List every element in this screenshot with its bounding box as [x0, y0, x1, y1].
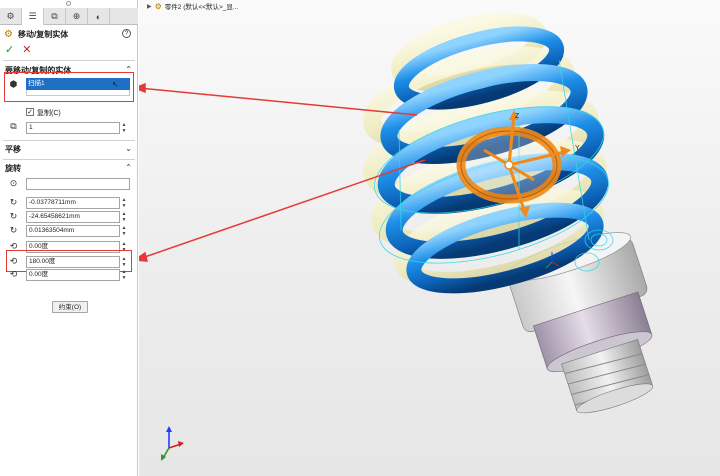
- copy-count-spinner[interactable]: ▲ ▼: [121, 122, 127, 134]
- ok-cancel-bar: ✓ ✕: [0, 42, 138, 56]
- x-coordinate-input[interactable]: -0.03778711mm: [26, 197, 120, 209]
- rotation-origin-icon: ⊙: [9, 178, 18, 188]
- chevron-up-icon[interactable]: ⌃: [125, 163, 132, 172]
- copy-checkbox-label: 复制(C): [37, 110, 61, 117]
- mouse-cursor-icon: ↖: [112, 80, 119, 89]
- help-icon[interactable]: ?: [122, 29, 131, 38]
- panel-grip-icon[interactable]: [66, 1, 71, 6]
- cancel-button[interactable]: ✕: [22, 43, 31, 56]
- triad-y-label: Y: [575, 145, 580, 152]
- selected-body-item[interactable]: 扫描1: [28, 80, 45, 87]
- bodies-list-body[interactable]: [26, 90, 130, 96]
- move-copy-body-icon: ⚙: [4, 28, 13, 40]
- feature-title-label: 移动/复制实体: [18, 29, 69, 39]
- x-coordinate-spinner[interactable]: ▲ ▼: [121, 197, 127, 209]
- section-translate-label: 平移: [5, 144, 21, 154]
- dimxpert-tab-icon[interactable]: ⊕: [66, 8, 88, 25]
- y-coordinate-spinner[interactable]: ▲ ▼: [121, 211, 127, 223]
- divider: [3, 159, 135, 160]
- chevron-down-icon[interactable]: ⌄: [125, 144, 132, 153]
- z-rotation-input[interactable]: 0.00度: [26, 269, 120, 281]
- section-translate-header[interactable]: 平移 ⌄: [0, 143, 138, 155]
- divider: [3, 60, 135, 61]
- ok-button[interactable]: ✓: [5, 43, 14, 56]
- section-rotate-header[interactable]: 旋转 ⌃: [0, 162, 138, 174]
- manager-tabs: ⚙ ☰ ⧉ ⊕ ◐: [0, 8, 138, 25]
- x-coordinate-icon: ↻: [9, 197, 18, 207]
- constraints-button[interactable]: 约束(O): [52, 301, 88, 313]
- y-rotation-icon: ⟲: [9, 256, 18, 266]
- z-rotation-icon: ⟲: [9, 269, 18, 279]
- copy-count-icon: ⧉: [10, 121, 17, 131]
- y-coordinate-icon: ↻: [9, 211, 18, 221]
- z-coordinate-icon: ↻: [9, 225, 18, 235]
- solid-body-icon: ⬢: [9, 79, 18, 89]
- z-coordinate-input[interactable]: 0.01363504mm: [26, 225, 120, 237]
- feature-manager-tab-icon[interactable]: ⚙: [0, 8, 22, 25]
- configuration-manager-tab-icon[interactable]: ⧉: [44, 8, 66, 25]
- z-rotation-spinner[interactable]: ▲ ▼: [121, 269, 127, 281]
- feature-title: ⚙ 移动/复制实体: [0, 27, 138, 41]
- cfl-bulb-model[interactable]: Z Y: [139, 0, 720, 476]
- graphics-viewport[interactable]: ▶ ⚙ 零件2 (默认<<默认>_显... Z Y: [139, 0, 720, 476]
- z-coordinate-spinner[interactable]: ▲ ▼: [121, 225, 127, 237]
- y-rotation-spinner[interactable]: ▲ ▼: [121, 256, 127, 268]
- copy-count-input[interactable]: 1: [26, 122, 120, 134]
- y-coordinate-input[interactable]: -24.65458621mm: [26, 211, 120, 223]
- section-rotate-label: 旋转: [5, 163, 21, 173]
- property-manager-panel: ⚙ ☰ ⧉ ⊕ ◐ ⚙ 移动/复制实体 ? ✓ ✕ 要移动/复制的实体 ⌃ ⬢ …: [0, 0, 138, 476]
- reference-triad-icon: [161, 426, 184, 461]
- rotation-origin-input[interactable]: [26, 178, 130, 190]
- triad-z-label: Z: [515, 113, 520, 120]
- display-manager-tab-icon[interactable]: ◐: [88, 8, 110, 25]
- divider: [3, 140, 135, 141]
- copy-checkbox[interactable]: ✓: [26, 108, 34, 116]
- y-rotation-input[interactable]: 180.00度: [26, 256, 120, 268]
- property-manager-tab-icon[interactable]: ☰: [22, 8, 44, 25]
